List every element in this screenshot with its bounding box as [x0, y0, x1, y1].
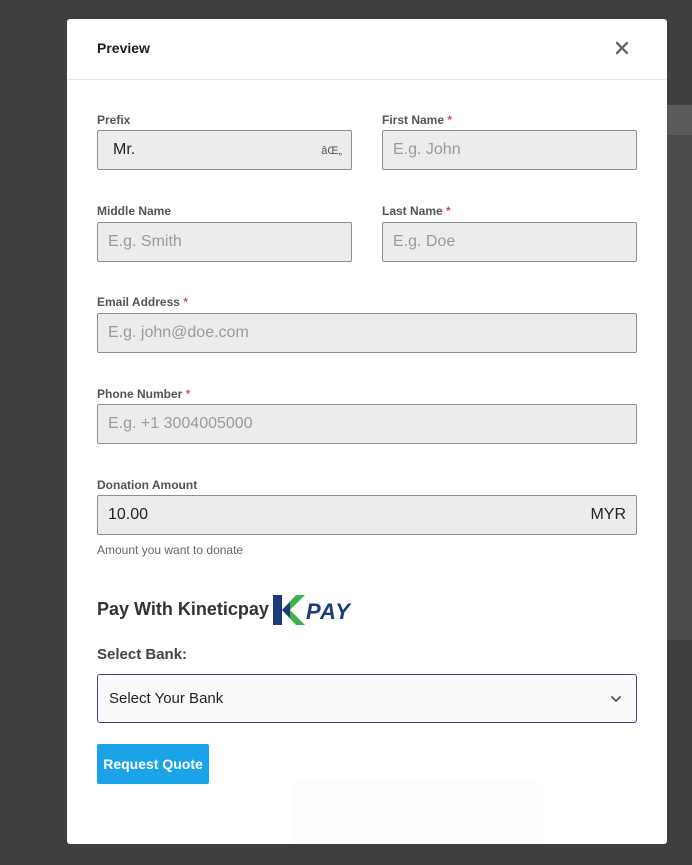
last-name-placeholder: E.g. Doe	[393, 233, 456, 250]
required-mark: *	[446, 204, 451, 218]
close-icon	[615, 41, 629, 55]
first-name-label-text: First Name	[382, 113, 445, 127]
bank-select-value: Select Your Bank	[109, 690, 224, 707]
email-label-text: Email Address	[97, 295, 180, 309]
modal-title: Preview	[97, 40, 150, 56]
request-quote-button[interactable]: Request Quote	[97, 744, 209, 784]
email-placeholder: E.g. john@doe.com	[108, 324, 249, 341]
required-mark: *	[447, 113, 453, 127]
prefix-select[interactable]: Mr. âŒ„	[97, 130, 352, 170]
phone-label-text: Phone Number	[97, 387, 183, 401]
kpay-logo: PAY	[273, 595, 352, 625]
background-panel	[667, 135, 692, 640]
middle-name-label-text: Middle Name	[97, 204, 172, 218]
preview-modal: Preview Prefix Mr. âŒ„ First Name * E.g.…	[67, 19, 667, 844]
close-button[interactable]	[613, 39, 631, 57]
prefix-label-text: Prefix	[97, 113, 131, 127]
phone-label: Phone Number *	[97, 387, 190, 401]
last-name-label-text: Last Name	[382, 204, 443, 218]
middle-name-placeholder: E.g. Smith	[108, 233, 182, 250]
donation-value: 10.00	[108, 506, 149, 523]
background-tab	[667, 105, 692, 135]
donation-label: Donation Amount	[97, 478, 197, 492]
prefix-value: Mr.	[113, 141, 136, 158]
phone-placeholder: E.g. +1 3004005000	[108, 415, 253, 432]
middle-name-label: Middle Name	[97, 204, 171, 218]
kpay-logo-text: PAY	[306, 599, 352, 624]
chevron-down-icon	[611, 696, 621, 702]
payment-title: Pay With Kineticpay	[97, 599, 269, 619]
currency-suffix: MYR	[590, 506, 626, 523]
prefix-arrow-text: âŒ„	[321, 145, 342, 157]
faint-overlay	[292, 781, 542, 844]
donation-label-text: Donation Amount	[97, 478, 198, 492]
bank-select[interactable]: Select Your Bank	[97, 674, 637, 723]
last-name-input[interactable]: E.g. Doe	[382, 222, 637, 262]
required-mark: *	[185, 387, 191, 401]
prefix-label: Prefix	[97, 113, 130, 127]
email-label: Email Address *	[97, 295, 188, 309]
required-mark: *	[183, 295, 188, 309]
middle-name-input[interactable]: E.g. Smith	[97, 222, 352, 262]
email-input[interactable]: E.g. john@doe.com	[97, 313, 637, 353]
modal-header: Preview	[67, 19, 667, 80]
first-name-label: First Name *	[382, 113, 452, 127]
first-name-placeholder: E.g. John	[393, 141, 461, 158]
phone-input[interactable]: E.g. +1 3004005000	[97, 404, 637, 444]
first-name-input[interactable]: E.g. John	[382, 130, 637, 170]
donation-help-text: Amount you want to donate	[97, 543, 244, 557]
select-bank-label: Select Bank:	[97, 646, 188, 663]
last-name-label: Last Name *	[382, 204, 451, 218]
donation-amount-input[interactable]: 10.00 MYR	[97, 495, 637, 535]
